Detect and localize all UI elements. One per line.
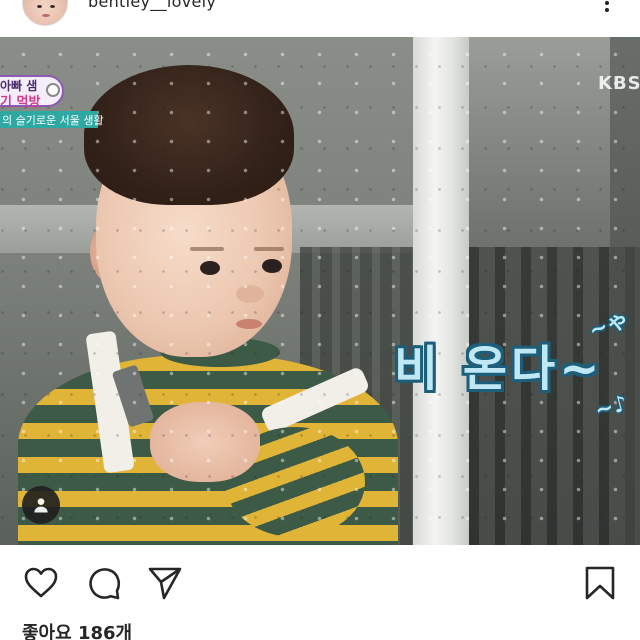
profile-avatar[interactable] [22, 0, 68, 26]
broadcast-caption-line2: 기 먹방 [0, 95, 41, 110]
ball-icon [46, 83, 60, 97]
avatar-mouth [42, 14, 50, 17]
username-link[interactable]: bentley__lovely [88, 0, 216, 11]
broadcast-subtitle: 의 슬기로운 서울 생활 [2, 114, 104, 127]
action-bar [0, 545, 640, 615]
avatar-eye [50, 5, 55, 8]
send-icon[interactable] [147, 565, 183, 601]
bookmark-icon[interactable] [582, 565, 618, 601]
more-dots-icon[interactable] [604, 0, 610, 12]
post-header: bentley__lovely [0, 0, 640, 37]
channel-logo: KBS [598, 73, 640, 94]
comment-icon[interactable] [86, 565, 122, 601]
user-tag-icon[interactable] [22, 486, 60, 524]
heart-icon[interactable] [23, 565, 59, 601]
avatar-eye [37, 5, 42, 8]
rain-caption: 비 온다~ [394, 341, 604, 397]
post-media[interactable]: 아빠 샘 기 먹방 의 슬기로운 서울 생활 KBS 비 온다~ ~ゃ ~♪ [0, 37, 640, 545]
like-count[interactable]: 좋아요 186개 [22, 619, 132, 640]
